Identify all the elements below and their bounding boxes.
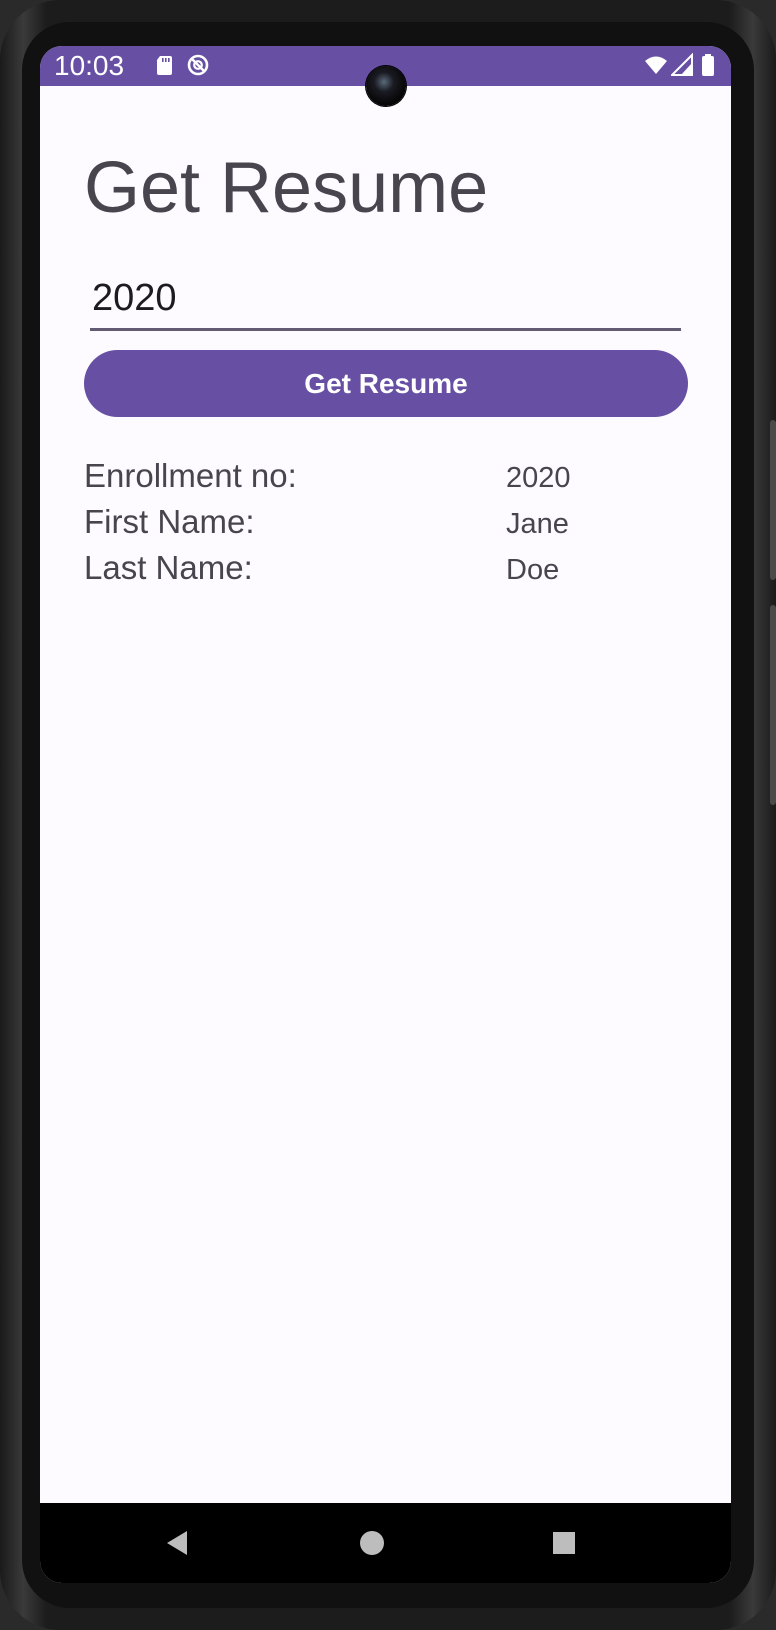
info-row-enrollment: Enrollment no: 2020 [84,456,688,502]
screen: 10:03 Get Resume 2020 Get Resume Enrollm… [40,46,731,1583]
power-button [770,605,776,805]
info-row-first-name: First Name: Jane [84,502,688,548]
volume-button [770,420,776,580]
no-disturb-icon [186,53,210,77]
home-icon[interactable] [350,1521,394,1565]
info-value: Jane [506,508,569,540]
info-label: Last Name: [84,549,253,586]
get-resume-button[interactable]: Get Resume [84,350,688,417]
back-icon[interactable] [156,1521,200,1565]
info-label: First Name: [84,503,255,540]
navigation-bar [40,1503,731,1583]
enrollment-input-container [90,268,681,331]
wifi-icon [644,53,668,77]
sd-card-icon [153,53,177,77]
recents-icon[interactable] [542,1521,586,1565]
enrollment-input[interactable] [90,268,681,328]
page-title: Get Resume [84,148,489,228]
info-row-last-name: Last Name: Doe [84,548,688,594]
front-camera [366,66,406,106]
phone-frame: 10:03 Get Resume 2020 Get Resume Enrollm… [0,0,776,1630]
info-label: Enrollment no: [84,457,297,494]
info-value: 2020 [506,462,571,494]
battery-icon [696,53,720,77]
info-value: Doe [506,554,560,586]
signal-icon [669,52,695,77]
status-time: 10:03 [54,50,125,81]
